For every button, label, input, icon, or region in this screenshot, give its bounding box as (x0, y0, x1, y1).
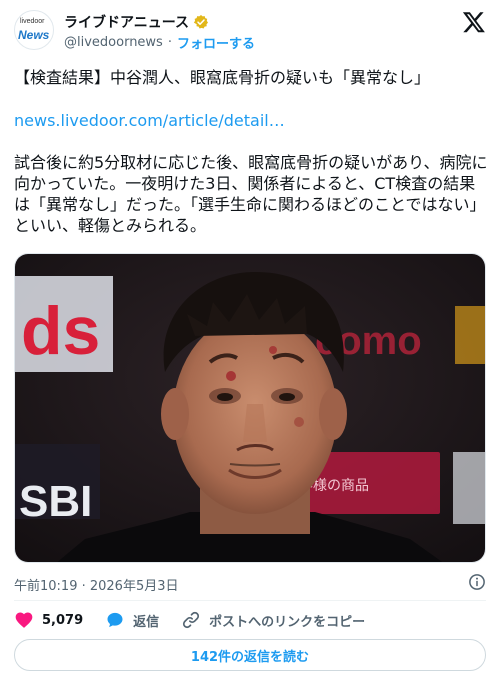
follow-button[interactable]: フォローする (177, 33, 255, 52)
verified-badge-icon (193, 15, 209, 29)
read-replies-button[interactable]: 142件の返信を読む (14, 639, 486, 671)
tweet-timestamp[interactable]: 午前10:19 · 2026年5月3日 (14, 575, 179, 594)
avatar[interactable]: livedoor News (14, 10, 54, 50)
photo-image: ds como SBI お客様の商品 (15, 254, 485, 562)
avatar-text-small: livedoor (20, 18, 45, 25)
backdrop-text-left: ds (21, 293, 100, 369)
tweet-photo[interactable]: ds como SBI お客様の商品 (14, 253, 486, 563)
action-bar: 5,079 返信 ポストへのリンクをコピー (14, 609, 387, 631)
tweet-headline: 【検査結果】中谷潤人、眼窩底骨折の疑いも「異常なし」 (14, 68, 431, 87)
account-name[interactable]: ライブドアニュース (64, 12, 189, 32)
account-handle[interactable]: @livedoornews (64, 35, 163, 50)
tweet-header: livedoor News ライブドアニュース @livedoornews · … (14, 10, 486, 56)
copy-link-button[interactable]: ポストへのリンクをコピー (181, 610, 365, 630)
handle-row: @livedoornews · フォローする (64, 33, 255, 52)
tweet-body: 試合後に約5分取材に応じた後、眼窩底骨折の疑いがあり、病院に向かっていた。一夜明… (14, 153, 488, 235)
link-icon (183, 611, 200, 629)
reply-bubble-icon (107, 612, 123, 628)
x-logo-icon[interactable] (462, 10, 486, 34)
likes-count: 5,079 (42, 612, 84, 628)
reply-button[interactable]: 返信 (105, 610, 159, 630)
reply-label: 返信 (133, 614, 160, 630)
info-icon[interactable] (468, 573, 486, 591)
divider (14, 600, 486, 601)
like-button[interactable]: 5,079 (14, 610, 83, 630)
copy-link-label: ポストへのリンクをコピー (209, 614, 366, 630)
avatar-text-big: News (18, 28, 50, 42)
heart-icon (15, 612, 33, 628)
separator-dot: · (167, 35, 172, 50)
article-link[interactable]: news.livedoor.com/article/detail… (14, 110, 285, 131)
name-row: ライブドアニュース (64, 12, 209, 32)
backdrop-text-bottom-left: SBI (19, 477, 92, 526)
